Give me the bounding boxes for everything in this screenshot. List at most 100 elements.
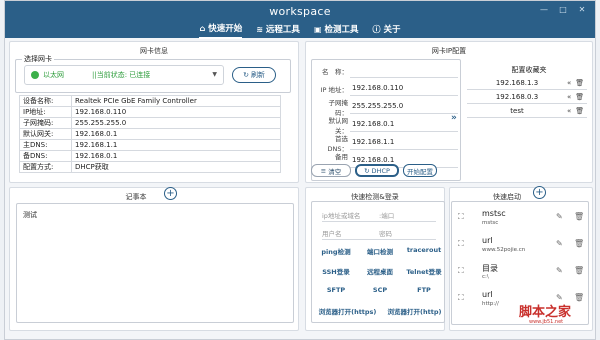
edit-icon[interactable]: ✎ (556, 266, 563, 275)
name-field[interactable] (350, 63, 458, 78)
port-input[interactable]: :端口 (379, 210, 436, 220)
nic-info-key: IP地址: (19, 106, 72, 118)
load-favorite-icon[interactable]: « (567, 79, 571, 87)
ip-field-row: 默认网关： 192.168.0.1 (316, 116, 458, 135)
launch-name: 目录 (482, 264, 498, 273)
nic-select-group: 选择网卡 以太网 ||当前状态: 已连接 ▼ ↻ 刷新 (15, 54, 291, 93)
ip-form: 名 称： IP 地址： 192.168.0.110 子网掩码： 255.255.255… (311, 59, 461, 181)
tab-about[interactable]: ⓘ 关于 (373, 22, 401, 39)
username-input[interactable]: 用户名 (322, 228, 379, 238)
favorite-ip: test (510, 107, 524, 115)
nic-info-value: 192.168.0.110 (71, 106, 281, 118)
dhcp-label: DHCP (371, 166, 390, 175)
nic-status: ||当前状态: 已连接 (92, 71, 151, 79)
watermark-logo: 脚本之家 (519, 305, 572, 320)
apply-config-button[interactable]: 开始配置 (403, 164, 437, 177)
nic-info-key: 配置方式: (19, 161, 72, 173)
trash-icon[interactable]: 🗑 (574, 293, 584, 302)
trash-icon[interactable]: 🗑 (574, 239, 584, 248)
tab-check-tools[interactable]: ▣ 检测工具 (314, 22, 359, 39)
launch-item[interactable]: ⛶ mstsc mstsc ✎ 🗑 (458, 206, 586, 232)
quick-action-link[interactable]: FTP (402, 286, 446, 294)
expand-icon[interactable]: ⛶ (458, 266, 464, 276)
nic-dropdown[interactable]: 以太网 ||当前状态: 已连接 ▼ (24, 65, 224, 85)
ip-field-row: 子网掩码： 255.255.255.0 (316, 98, 458, 117)
favorite-row[interactable]: 192.168.0.3 « 🗑 (467, 91, 587, 104)
launch-target: mstsc (482, 220, 499, 226)
add-memo-button[interactable]: + (164, 187, 177, 200)
nic-info-key: 主DNS: (19, 139, 72, 151)
load-favorite-icon[interactable]: « (567, 107, 571, 115)
ip-config-actions: ≡ 清空 ↻ DHCP 开始配置 (311, 164, 437, 177)
host-input[interactable]: ip地址或域名 (322, 210, 379, 220)
expand-icon[interactable]: ⛶ (458, 212, 464, 222)
quick-action-link[interactable]: SCP (358, 286, 402, 294)
nic-info-key: 备DNS: (19, 150, 72, 162)
launch-item[interactable]: ⛶ url www.52pojie.cn ✎ 🗑 (458, 233, 586, 259)
trash-icon[interactable]: 🗑 (575, 107, 584, 115)
quick-action-link[interactable]: 端口检测 (358, 246, 402, 256)
ip-field-input[interactable]: 192.168.1.1 (350, 135, 458, 150)
ip-field-input[interactable]: 192.168.0.110 (350, 81, 458, 96)
quick-action-link[interactable]: 浏览器打开(http) (381, 306, 448, 316)
trash-icon[interactable]: 🗑 (575, 79, 584, 87)
quick-action-link[interactable]: SSH登录 (314, 266, 358, 276)
trash-icon[interactable]: 🗑 (574, 212, 584, 221)
refresh-button[interactable]: ↻ 刷新 (232, 67, 276, 83)
load-favorite-icon[interactable]: « (567, 93, 571, 101)
quick-action-link[interactable]: tracerout (402, 246, 446, 254)
trash-icon[interactable]: 🗑 (575, 93, 584, 101)
main-tabs: ⌂ 快速开始 ≋ 远程工具 ▣ 检测工具 ⓘ 关于 (5, 22, 595, 39)
edit-icon[interactable]: ✎ (556, 239, 563, 248)
close-button[interactable]: ✕ (575, 5, 589, 15)
window-controls: — □ ✕ (537, 5, 589, 15)
name-label: 名 称： (322, 67, 348, 76)
tab-label: 快速开始 (208, 24, 243, 34)
nic-info-row: IP地址: 192.168.0.110 (19, 106, 281, 118)
quick-action-link[interactable]: 远程桌面 (358, 266, 402, 276)
expand-icon[interactable]: ⛶ (458, 293, 464, 303)
dhcp-button[interactable]: ↻ DHCP (355, 164, 399, 177)
clear-icon: ≡ (320, 166, 327, 175)
quick-action-link[interactable]: ping检测 (314, 246, 358, 256)
tab-label: 检测工具 (324, 25, 359, 35)
add-launch-button[interactable]: + (533, 186, 546, 199)
ip-field-label: IP 地址： (320, 85, 348, 94)
nic-info-table: 设备名称: Realtek PCIe GbE Family Controller I… (19, 95, 281, 173)
refresh-label: 刷新 (250, 71, 265, 79)
expand-icon[interactable]: ⛶ (458, 239, 464, 249)
nic-info-row: 子网掩码: 255.255.255.0 (19, 117, 281, 129)
trash-icon[interactable]: 🗑 (574, 266, 584, 275)
nic-info-row: 默认网关: 192.168.0.1 (19, 128, 281, 140)
nic-info-value: Realtek PCIe GbE Family Controller (71, 95, 281, 107)
tab-remote-tools[interactable]: ≋ 远程工具 (256, 22, 300, 39)
quick-action-link[interactable]: 浏览器打开(https) (314, 306, 381, 316)
chevron-down-icon: ▼ (212, 71, 217, 78)
favorite-ip: 192.168.0.3 (495, 93, 539, 101)
launch-item[interactable]: ⛶ 目录 c:\ ✎ 🗑 (458, 260, 586, 286)
edit-icon[interactable]: ✎ (556, 212, 563, 221)
nic-info-value: 192.168.1.1 (71, 139, 281, 151)
minimize-button[interactable]: — (537, 5, 551, 15)
launch-name: url (482, 290, 493, 299)
ip-field-label: 首选DNS： (327, 134, 349, 153)
title-bar: workspace — □ ✕ ⌂ 快速开始 ≋ 远程工具 ▣ 检测工具 ⓘ 关于 (5, 1, 595, 39)
status-dot-icon (31, 71, 39, 79)
launch-name: mstsc (482, 209, 506, 218)
launch-target: http:// (482, 301, 499, 307)
favorite-row[interactable]: test « 🗑 (467, 105, 587, 118)
password-input[interactable]: 密码 (379, 228, 436, 238)
nic-info-key: 子网掩码: (19, 117, 72, 129)
double-arrow-right-icon[interactable]: » (451, 113, 457, 123)
home-icon: ⌂ (199, 23, 206, 33)
favorite-row[interactable]: 192.168.1.3 « 🗑 (467, 77, 587, 90)
launch-name: url (482, 236, 493, 245)
ip-field-input[interactable]: 192.168.0.1 (350, 117, 458, 132)
memo-textarea[interactable]: 测试 (16, 203, 294, 323)
maximize-button[interactable]: □ (556, 5, 570, 15)
quick-action-link[interactable]: Telnet登录 (402, 266, 446, 276)
tab-quick-start[interactable]: ⌂ 快速开始 (199, 22, 243, 39)
ip-field-input[interactable]: 255.255.255.0 (350, 99, 458, 114)
quick-action-link[interactable]: SFTP (314, 286, 358, 294)
clear-button[interactable]: ≡ 清空 (311, 164, 351, 177)
